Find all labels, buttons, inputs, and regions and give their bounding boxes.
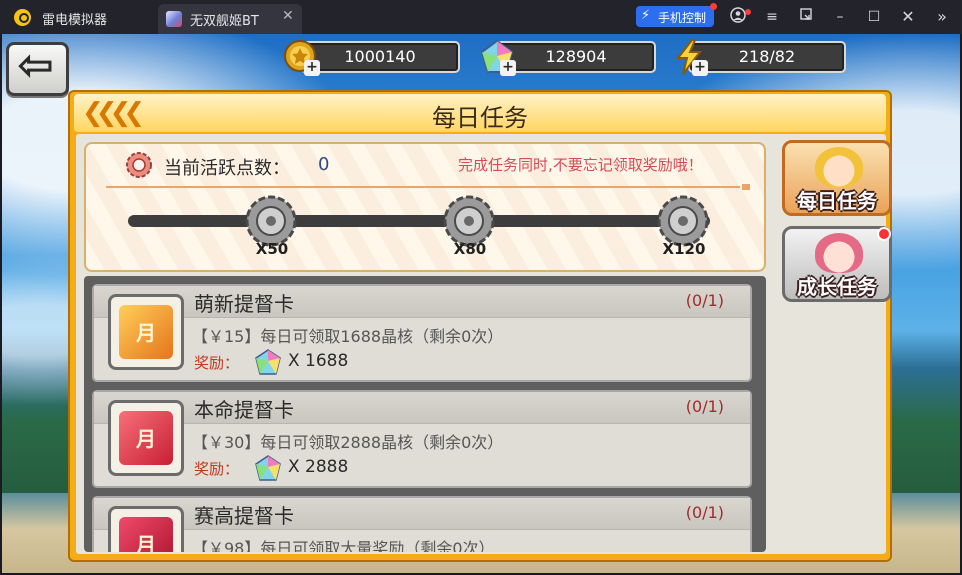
task-header bbox=[94, 498, 750, 530]
card-glyph: 月 bbox=[136, 321, 156, 345]
task-item[interactable]: 月 本命提督卡 (0/1) 【￥30】每日可领取2888晶核（剩余0次） 奖励：… bbox=[92, 390, 752, 488]
reward-amount: X 1688 bbox=[288, 351, 349, 371]
shrink-icon[interactable] bbox=[796, 7, 816, 27]
energy-value: 218/82 bbox=[688, 41, 846, 73]
task-name: 赛高提督卡 bbox=[194, 504, 294, 528]
task-name: 本命提督卡 bbox=[194, 398, 294, 422]
back-button[interactable]: ⇦ bbox=[6, 40, 69, 96]
phone-control-button[interactable]: ⚡ 手机控制 bbox=[636, 3, 717, 27]
tab-growth-tasks[interactable]: 成长任务 bbox=[782, 226, 892, 302]
crystal-gem-icon bbox=[255, 455, 281, 481]
close-icon[interactable]: ✕ bbox=[898, 7, 918, 27]
task-description: 【￥98】每日可领取大量奖励（剩余0次） bbox=[192, 539, 495, 552]
activity-gear-icon bbox=[126, 152, 152, 178]
task-card-icon: 月 bbox=[108, 294, 184, 370]
gold-resource: 1000140 + bbox=[282, 38, 462, 76]
reward-label: 奖励： bbox=[194, 460, 240, 478]
tab-daily-label: 每日任务 bbox=[797, 189, 877, 213]
panel-header: ❮❮❮❮ 每日任务 bbox=[74, 94, 886, 132]
add-crystal-button[interactable]: + bbox=[500, 60, 516, 76]
task-list[interactable]: 月 萌新提督卡 (0/1) 【￥15】每日可领取1688晶核（剩余0次） 奖励：… bbox=[84, 276, 766, 552]
task-header bbox=[94, 286, 750, 318]
task-card-icon: 月 bbox=[108, 400, 184, 476]
reward-label: 奖励： bbox=[194, 354, 240, 372]
task-progress: (0/1) bbox=[685, 291, 724, 310]
task-item[interactable]: 月 萌新提督卡 (0/1) 【￥15】每日可领取1688晶核（剩余0次） 奖励：… bbox=[92, 284, 752, 382]
tab-close-icon[interactable]: ✕ bbox=[282, 8, 294, 24]
tab-daily-tasks[interactable]: 每日任务 bbox=[782, 140, 892, 216]
crystal-gem-icon bbox=[255, 349, 281, 375]
task-name: 萌新提督卡 bbox=[194, 292, 294, 316]
add-gold-button[interactable]: + bbox=[304, 60, 320, 76]
card-glyph: 月 bbox=[136, 533, 156, 552]
back-arrow-icon: ⇦ bbox=[17, 40, 54, 91]
crystal-resource: 128904 + bbox=[478, 38, 658, 76]
minimize-icon[interactable]: – bbox=[830, 7, 850, 27]
divider-end bbox=[742, 184, 750, 190]
activity-progress-card: 当前活跃点数： 0 完成任务同时,不要忘记领取奖励哦！ X50 X80 X120 bbox=[84, 142, 766, 272]
add-energy-button[interactable]: + bbox=[692, 60, 708, 76]
growth-notification-dot bbox=[877, 227, 891, 241]
activity-progress-track bbox=[128, 215, 710, 227]
menu-icon[interactable]: ≡ bbox=[762, 7, 782, 27]
task-progress: (0/1) bbox=[685, 503, 724, 522]
emulator-titlebar: 雷电模拟器 无双舰姬BT ✕ ⚡ 手机控制 ≡ – ☐ ✕ » bbox=[0, 0, 962, 34]
reward-reminder-text: 完成任务同时,不要忘记领取奖励哦！ bbox=[458, 156, 703, 174]
energy-resource: 218/82 + bbox=[670, 38, 850, 76]
user-notification-dot bbox=[745, 9, 751, 15]
panel-body: 当前活跃点数： 0 完成任务同时,不要忘记领取奖励哦！ X50 X80 X120… bbox=[76, 134, 892, 554]
crystal-value: 128904 bbox=[496, 41, 656, 73]
daily-task-panel: ❮❮❮❮ 每日任务 当前活跃点数： 0 完成任务同时,不要忘记领取奖励哦！ X5… bbox=[68, 90, 892, 562]
task-card-icon: 月 bbox=[108, 506, 184, 552]
game-app-icon bbox=[166, 11, 182, 27]
task-item[interactable]: 月 赛高提督卡 (0/1) 【￥98】每日可领取大量奖励（剩余0次） bbox=[92, 496, 752, 552]
milestone-label: X120 bbox=[662, 240, 706, 258]
active-points-value: 0 bbox=[318, 154, 330, 175]
tab-title: 无双舰姬BT bbox=[190, 14, 259, 29]
growth-character-icon bbox=[815, 233, 863, 273]
emulator-app-name: 雷电模拟器 bbox=[42, 13, 108, 28]
card-glyph: 月 bbox=[136, 427, 156, 451]
maximize-icon[interactable]: ☐ bbox=[864, 7, 884, 27]
milestone-label: X80 bbox=[453, 240, 487, 258]
tab-growth-label: 成长任务 bbox=[797, 275, 877, 299]
reward-amount: X 2888 bbox=[288, 457, 349, 477]
game-viewport: ⇦ 1000140 + 128904 + 218/82 + ❮❮❮❮ 每日任务 bbox=[2, 34, 960, 573]
daily-character-icon bbox=[815, 147, 863, 187]
milestone-label: X50 bbox=[255, 240, 289, 258]
panel-title: 每日任务 bbox=[432, 104, 528, 132]
divider-line bbox=[106, 186, 740, 188]
tab-game[interactable]: 无双舰姬BT ✕ bbox=[158, 4, 302, 34]
phone-control-label: 手机控制 bbox=[658, 11, 707, 25]
task-header bbox=[94, 392, 750, 424]
task-description: 【￥15】每日可领取1688晶核（剩余0次） bbox=[192, 327, 504, 346]
expand-sidebar-icon[interactable]: » bbox=[932, 7, 952, 27]
emulator-logo-icon bbox=[14, 9, 31, 26]
notification-dot bbox=[710, 3, 717, 10]
task-progress: (0/1) bbox=[685, 397, 724, 416]
gold-value: 1000140 bbox=[300, 41, 460, 73]
phone-control-icon: ⚡ bbox=[641, 8, 651, 23]
task-description: 【￥30】每日可领取2888晶核（剩余0次） bbox=[192, 433, 504, 452]
active-points-label: 当前活跃点数： bbox=[164, 158, 290, 179]
